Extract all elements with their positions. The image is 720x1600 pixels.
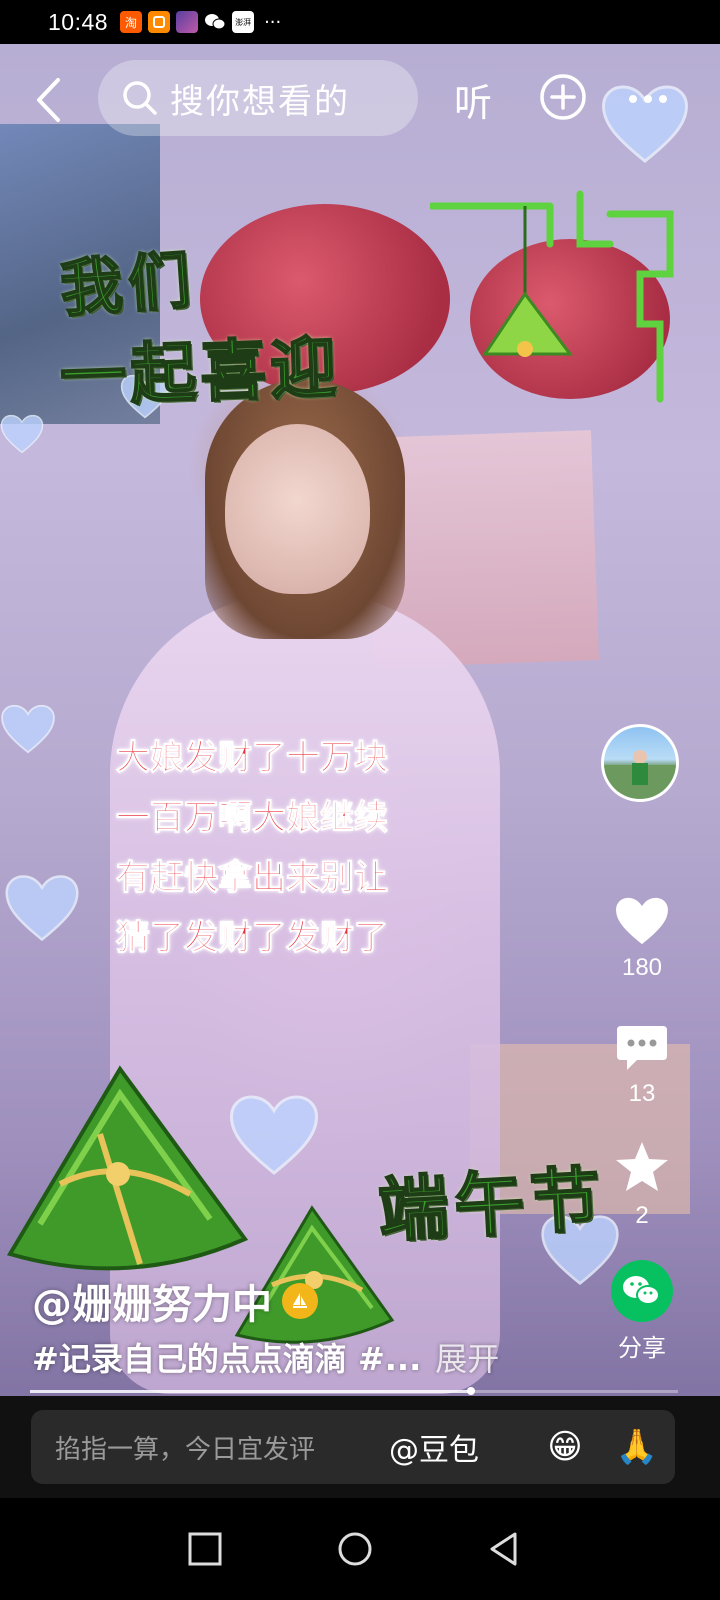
heart-icon — [616, 897, 668, 945]
like-button[interactable]: 180 — [600, 896, 684, 982]
video-progress-bar[interactable] — [30, 1387, 678, 1395]
sticker-text-yiqi: 一起喜迎 — [58, 327, 343, 417]
status-bar: 10:48 淘 澎湃 ··· — [0, 0, 720, 44]
hashtag-text: #记录自己的点点滴滴 #... — [32, 1340, 422, 1378]
heart-sticker-icon — [1, 704, 55, 754]
grin-emoji-button[interactable]: 😁 — [535, 1427, 595, 1467]
status-time: 10:48 — [48, 8, 109, 35]
caption-line: 猜了发财了发财了 — [116, 918, 389, 959]
heart-sticker-icon — [0, 414, 44, 454]
search-input[interactable]: 搜你想看的 — [98, 60, 418, 136]
comment-icon — [617, 1026, 667, 1070]
system-nav-bar — [0, 1498, 720, 1600]
comment-placeholder: 掐指一算，今日宜发评 — [55, 1434, 316, 1465]
pray-emoji-button[interactable]: 🙏 — [607, 1427, 667, 1467]
recent-apps-icon[interactable] — [182, 1526, 228, 1572]
search-icon — [123, 81, 157, 115]
zongzi-sticker-icon — [6, 1065, 249, 1271]
sticker-text-women: 我们 — [57, 242, 200, 326]
star-icon — [616, 1142, 668, 1191]
favorite-count: 2 — [635, 1202, 649, 1229]
comment-input[interactable]: 掐指一算，今日宜发评 @豆包 😁 🙏 — [31, 1410, 675, 1484]
wechat-share-icon — [611, 1260, 673, 1322]
avatar-person-icon — [604, 750, 676, 799]
photo-icon — [176, 11, 199, 33]
comment-button[interactable]: 13 — [600, 1024, 684, 1108]
author-name[interactable]: @姗姗努力中 — [32, 1272, 318, 1330]
taobao-icon: 淘 — [120, 11, 143, 33]
status-app-icons: 淘 澎湃 ··· — [120, 11, 281, 33]
sticker-text-duanwu: 端午节 — [375, 1156, 609, 1253]
like-count: 180 — [621, 954, 663, 981]
top-bar: 搜你想看的 听 — [0, 44, 720, 154]
progress-fill — [30, 1390, 471, 1393]
video-caption: 大娘发财了十万块 一百万啊大娘继续 有赶快拿出来别让 猜了发财了发财了 — [116, 728, 476, 968]
post-description[interactable]: #记录自己的点点滴滴 #... 展开 — [32, 1334, 499, 1380]
status-more-icon: ··· — [264, 11, 282, 33]
caption-line: 有赶快拿出来别让 — [116, 858, 389, 899]
chevron-left-icon — [37, 78, 60, 122]
progress-knob[interactable] — [466, 1387, 475, 1395]
add-circle-icon[interactable] — [538, 72, 588, 122]
comment-bar: 掐指一算，今日宜发评 @豆包 😁 🙏 — [0, 1396, 720, 1498]
wechat-icon — [204, 11, 226, 33]
app-icon — [148, 11, 171, 33]
more-options-icon[interactable] — [628, 94, 668, 104]
share-label: 分享 — [618, 1335, 666, 1362]
home-icon[interactable] — [332, 1526, 378, 1572]
caption-line: 大娘发财了十万块 — [116, 738, 389, 779]
heart-sticker-icon — [5, 875, 79, 942]
caption-line: 一百万啊大娘继续 — [116, 798, 389, 839]
back-nav-icon[interactable] — [482, 1526, 528, 1572]
expand-button[interactable]: 展开 — [435, 1340, 499, 1378]
festival-frame-decoration — [430, 190, 674, 403]
search-placeholder: 搜你想看的 — [170, 81, 350, 122]
back-button[interactable] — [28, 72, 68, 128]
comment-count: 13 — [628, 1080, 656, 1107]
listen-button[interactable]: 听 — [454, 72, 492, 127]
news-icon: 澎湃 — [232, 11, 255, 33]
sailboat-badge-icon — [282, 1283, 318, 1319]
author-avatar[interactable] — [601, 724, 679, 802]
favorite-button[interactable]: 2 — [600, 1140, 684, 1230]
share-button[interactable]: 分享 — [600, 1260, 684, 1363]
mention-doubao-button[interactable]: @豆包 — [389, 1425, 529, 1469]
author-handle: @姗姗努力中 — [32, 1282, 272, 1328]
dancer-face — [225, 424, 370, 594]
